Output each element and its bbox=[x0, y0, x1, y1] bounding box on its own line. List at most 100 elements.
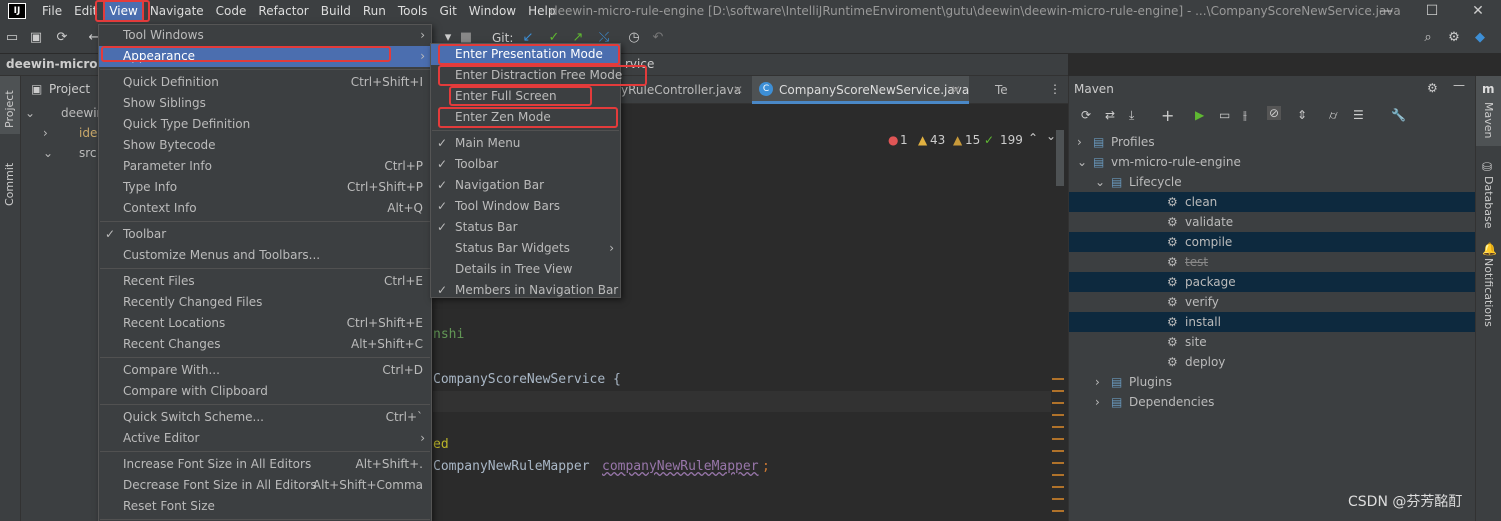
gear-icon[interactable]: ⚙ bbox=[1427, 81, 1438, 95]
close-window-button[interactable]: ✕ bbox=[1455, 0, 1501, 22]
menu-edit[interactable]: Edit bbox=[68, 0, 103, 22]
warning-count[interactable]: 43 bbox=[930, 133, 945, 147]
maven-node-test[interactable]: ⚙ test bbox=[1069, 252, 1475, 272]
toggle-offline-icon[interactable]: ⫲ bbox=[1243, 108, 1247, 123]
menu-item-decrease-font-size-in-all-editors[interactable]: Decrease Font Size in All Editors Alt+Shi… bbox=[99, 475, 431, 496]
menu-item-status-bar-widgets[interactable]: Status Bar Widgets › bbox=[431, 238, 620, 259]
menu-item-compare-with-clipboard[interactable]: Compare with Clipboard bbox=[99, 381, 431, 402]
maven-node-package[interactable]: ⚙ package bbox=[1069, 272, 1475, 292]
menu-item-enter-presentation-mode[interactable]: Enter Presentation Mode bbox=[431, 44, 620, 65]
chevron-right-icon[interactable]: › bbox=[1077, 132, 1082, 152]
menu-item-show-bytecode[interactable]: Show Bytecode bbox=[99, 135, 431, 156]
chevron-down-icon[interactable]: ⌄ bbox=[25, 106, 35, 120]
menu-item-status-bar[interactable]: ✓ Status Bar bbox=[431, 217, 620, 238]
maven-node-site[interactable]: ⚙ site bbox=[1069, 332, 1475, 352]
chevron-right-icon[interactable]: › bbox=[43, 126, 48, 140]
maven-node-vm-micro-rule-engine[interactable]: ⌄ ▤ vm-micro-rule-engine bbox=[1069, 152, 1475, 172]
weak-warning-count[interactable]: 15 bbox=[965, 133, 980, 147]
maven-node-clean[interactable]: ⚙ clean bbox=[1069, 192, 1475, 212]
menu-item-context-info[interactable]: Context Info Alt+Q bbox=[99, 198, 431, 219]
rollback-icon[interactable]: ↶ bbox=[650, 30, 666, 46]
minimize-button[interactable]: — bbox=[1363, 0, 1409, 22]
maven-node-install[interactable]: ⚙ install bbox=[1069, 312, 1475, 332]
menu-git[interactable]: Git bbox=[433, 0, 462, 22]
settings-gear-icon[interactable]: ⚙ bbox=[1446, 30, 1462, 46]
wrench-icon[interactable]: 🔧 bbox=[1391, 108, 1406, 122]
search-icon[interactable]: ⌕ bbox=[1420, 30, 1436, 46]
ok-count[interactable]: 199 bbox=[1000, 133, 1023, 147]
menu-item-quick-definition[interactable]: Quick Definition Ctrl+Shift+I bbox=[99, 72, 431, 93]
menu-item-recent-files[interactable]: Recent Files Ctrl+E bbox=[99, 271, 431, 292]
menu-item-enter-zen-mode[interactable]: Enter Zen Mode bbox=[431, 107, 620, 128]
maven-node-compile[interactable]: ⚙ compile bbox=[1069, 232, 1475, 252]
menu-item-show-siblings[interactable]: Show Siblings bbox=[99, 93, 431, 114]
reload-icon[interactable]: ⟳ bbox=[1081, 108, 1091, 122]
menu-item-active-editor[interactable]: Active Editor › bbox=[99, 428, 431, 449]
close-icon[interactable]: ✕ bbox=[733, 83, 743, 97]
generate-sources-icon[interactable]: ⇄ bbox=[1105, 108, 1115, 122]
menu-item-tool-windows[interactable]: Tool Windows › bbox=[99, 25, 431, 46]
menu-item-enter-distraction-free-mode[interactable]: Enter Distraction Free Mode bbox=[431, 65, 622, 86]
menu-item-quick-switch-scheme[interactable]: Quick Switch Scheme... Ctrl+` bbox=[99, 407, 431, 428]
menu-code[interactable]: Code bbox=[210, 0, 253, 22]
menu-tools[interactable]: Tools bbox=[392, 0, 434, 22]
chevron-down-icon[interactable]: ⌄ bbox=[43, 146, 53, 160]
commit-tool-tab[interactable]: Commit bbox=[3, 163, 16, 206]
tree-item-src[interactable]: src bbox=[79, 146, 97, 160]
menu-build[interactable]: Build bbox=[315, 0, 357, 22]
menu-item-quick-type-definition[interactable]: Quick Type Definition bbox=[99, 114, 431, 135]
menu-item-toolbar[interactable]: ✓ Toolbar bbox=[99, 224, 431, 245]
menu-refactor[interactable]: Refactor bbox=[252, 0, 314, 22]
add-icon[interactable]: + bbox=[1161, 106, 1174, 125]
maven-node-profiles[interactable]: › ▤ Profiles bbox=[1069, 132, 1475, 152]
tab-rule-controller[interactable]: yRuleController.java bbox=[621, 76, 741, 104]
diagram-icon[interactable]: ☰ bbox=[1353, 108, 1364, 122]
chevron-right-icon[interactable]: › bbox=[1095, 372, 1100, 392]
breadcrumb-file[interactable]: rvice bbox=[625, 57, 654, 71]
chevron-down-icon[interactable]: ⌄ bbox=[1095, 172, 1105, 192]
editor-scrollbar-thumb[interactable] bbox=[1056, 130, 1064, 186]
maximize-button[interactable]: ☐ bbox=[1409, 0, 1455, 22]
menu-item-navigation-bar[interactable]: ✓ Navigation Bar bbox=[431, 175, 620, 196]
menu-item-recent-locations[interactable]: Recent Locations Ctrl+Shift+E bbox=[99, 313, 431, 334]
maven-tool-tab[interactable]: Maven bbox=[1482, 102, 1495, 138]
menu-item-members-in-navigation-bar[interactable]: ✓ Members in Navigation Bar bbox=[431, 280, 620, 301]
menu-item-recently-changed-files[interactable]: Recently Changed Files bbox=[99, 292, 431, 313]
maven-node-lifecycle[interactable]: ⌄ ▤ Lifecycle bbox=[1069, 172, 1475, 192]
menu-item-tool-window-bars[interactable]: ✓ Tool Window Bars bbox=[431, 196, 620, 217]
menu-item-compare-with[interactable]: Compare With... Ctrl+D bbox=[99, 360, 431, 381]
close-icon[interactable]: ✕ bbox=[951, 83, 961, 97]
menu-item-customize-menus-and-toolbars[interactable]: Customize Menus and Toolbars... bbox=[99, 245, 431, 266]
error-count[interactable]: 1 bbox=[900, 133, 908, 147]
menu-item-appearance[interactable]: Appearance › bbox=[99, 46, 431, 67]
menu-item-recent-changes[interactable]: Recent Changes Alt+Shift+C bbox=[99, 334, 431, 355]
menu-navigate[interactable]: Navigate bbox=[144, 0, 210, 22]
open-folder-icon[interactable]: ▭ bbox=[4, 30, 20, 46]
skip-tests-icon[interactable]: ⊘ bbox=[1267, 106, 1282, 120]
menu-item-toolbar[interactable]: ✓ Toolbar bbox=[431, 154, 620, 175]
menu-view[interactable]: View bbox=[103, 0, 144, 22]
database-tool-tab[interactable]: Database bbox=[1482, 176, 1495, 229]
menu-file[interactable]: File bbox=[36, 0, 68, 22]
maven-node-verify[interactable]: ⚙ verify bbox=[1069, 292, 1475, 312]
collapse-all-icon[interactable]: ⇕ bbox=[1297, 108, 1307, 122]
menu-item-type-info[interactable]: Type Info Ctrl+Shift+P bbox=[99, 177, 431, 198]
jetbrains-toolbox-icon[interactable]: ◆ bbox=[1472, 30, 1488, 46]
save-icon[interactable]: ▣ bbox=[28, 30, 44, 46]
maven-node-dependencies[interactable]: › ▤ Dependencies bbox=[1069, 392, 1475, 412]
minimize-panel-icon[interactable]: — bbox=[1453, 78, 1465, 92]
menu-item-main-menu[interactable]: ✓ Main Menu bbox=[431, 133, 620, 154]
chevron-down-icon[interactable]: ⌄ bbox=[1077, 152, 1087, 172]
maven-node-validate[interactable]: ⚙ validate bbox=[1069, 212, 1475, 232]
menu-item-details-in-tree-view[interactable]: Details in Tree View bbox=[431, 259, 620, 280]
menu-run[interactable]: Run bbox=[357, 0, 392, 22]
download-icon[interactable]: ⤓ bbox=[1129, 108, 1134, 123]
menu-window[interactable]: Window bbox=[463, 0, 522, 22]
menu-item-parameter-info[interactable]: Parameter Info Ctrl+P bbox=[99, 156, 431, 177]
chevron-up-icon[interactable]: ⌃ bbox=[1028, 131, 1038, 145]
history-clock-icon[interactable]: ◷ bbox=[626, 30, 642, 46]
maven-node-deploy[interactable]: ⚙ deploy bbox=[1069, 352, 1475, 372]
maven-node-plugins[interactable]: › ▤ Plugins bbox=[1069, 372, 1475, 392]
tab-company-score-service[interactable]: CompanyScoreNewService.java bbox=[779, 76, 969, 104]
menu-item-reset-font-size[interactable]: Reset Font Size bbox=[99, 496, 431, 517]
